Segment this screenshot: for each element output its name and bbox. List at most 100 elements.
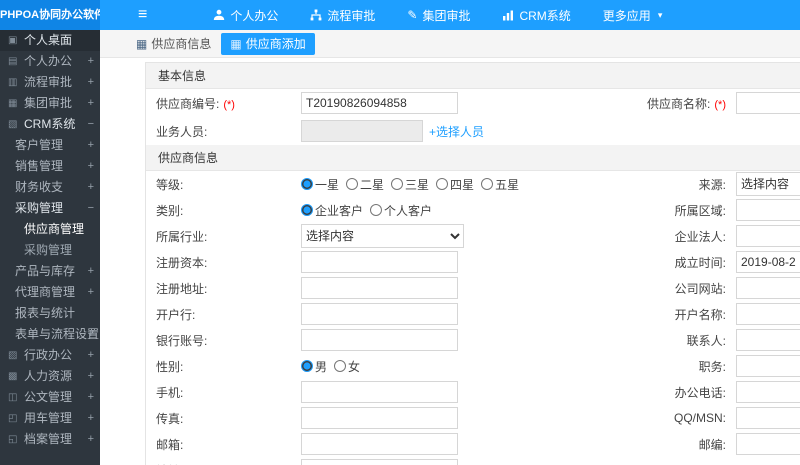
top-bar: PHPOA协同办公软件 ≡ 个人办公 流程审批 ✎ 集团审批 CRM系统 更多应… [0, 0, 800, 30]
business-person-input[interactable] [301, 120, 423, 142]
nav-process-approval[interactable]: 流程审批 [310, 7, 375, 24]
region-input[interactable] [736, 199, 800, 221]
sidebar-item-personal-office[interactable]: ▤ 个人办公 + [0, 51, 100, 72]
pick-person-link[interactable]: +选择人员 [429, 123, 484, 140]
expand-icon[interactable]: + [88, 429, 94, 450]
zip-input[interactable] [736, 433, 800, 455]
qq-msn-input[interactable] [736, 407, 800, 429]
sidebar-item-archive-mgmt[interactable]: ◱ 档案管理 + [0, 429, 100, 450]
registered-capital-input[interactable] [301, 251, 458, 273]
legal-person-input[interactable] [736, 225, 800, 247]
fax-input[interactable] [301, 407, 458, 429]
expand-icon[interactable]: + [88, 156, 94, 177]
nav-crm-system[interactable]: CRM系统 [502, 7, 571, 24]
sidebar-item-form-flow-settings[interactable]: 表单与流程设置 + [0, 324, 100, 345]
supplier-no-input[interactable] [301, 92, 458, 114]
menu-toggle-icon[interactable]: ≡ [138, 0, 147, 30]
expand-icon[interactable]: + [88, 177, 94, 198]
sidebar-item-admin-office[interactable]: ▨ 行政办公 + [0, 345, 100, 366]
level-option[interactable]: 二星 [346, 176, 384, 193]
archive-icon: ◱ [8, 434, 18, 445]
website-input[interactable] [736, 277, 800, 299]
sidebar-item-supplier-mgmt[interactable]: 供应商管理 [0, 219, 100, 240]
form-row: 供应商编号:(*) 供应商名称:(*) [146, 89, 800, 117]
bank-input[interactable] [301, 303, 458, 325]
sidebar-item-label: CRM系统 [24, 117, 76, 131]
mobile-input[interactable] [301, 381, 458, 403]
established-time-input[interactable] [736, 251, 800, 273]
sidebar-item-human-resources[interactable]: ▩ 人力资源 + [0, 366, 100, 387]
sidebar-item-finance[interactable]: 财务收支 + [0, 177, 100, 198]
contact-input[interactable] [736, 329, 800, 351]
address-label: 地址: [146, 462, 296, 465]
sidebar-item-customer-mgmt[interactable]: 客户管理 + [0, 135, 100, 156]
expand-icon[interactable]: + [88, 366, 94, 387]
account-name-input[interactable] [736, 303, 800, 325]
supplier-name-input[interactable] [736, 92, 800, 114]
nav-personal-office[interactable]: 个人办公 [213, 7, 278, 24]
expand-icon[interactable]: + [88, 135, 94, 156]
level-option[interactable]: 四星 [436, 176, 474, 193]
industry-label: 所属行业: [156, 229, 208, 244]
collapse-icon[interactable]: − [88, 198, 94, 219]
sidebar-item-label: 表单与流程设置 [15, 327, 100, 341]
sidebar-item-crm-system[interactable]: ▧ CRM系统 − [0, 114, 100, 135]
expand-icon[interactable]: + [88, 72, 94, 93]
office-phone-input[interactable] [736, 381, 800, 403]
sidebar-item-document-mgmt[interactable]: ◫ 公文管理 + [0, 387, 100, 408]
form-row: 类别: 企业客户 个人客户 所属区域: [146, 197, 800, 223]
sidebar-item-purchase-mgmt[interactable]: 采购管理 − [0, 198, 100, 219]
form-row: 开户行: 开户名称: [146, 301, 800, 327]
level-option[interactable]: 三星 [391, 176, 429, 193]
sidebar-item-vehicle-mgmt[interactable]: ◰ 用车管理 + [0, 408, 100, 429]
position-input[interactable] [736, 355, 800, 377]
category-option[interactable]: 企业客户 [301, 202, 363, 219]
gender-option[interactable]: 男 [301, 358, 327, 375]
expand-icon[interactable]: + [88, 345, 94, 366]
email-input[interactable] [301, 433, 458, 455]
sidebar-item-sales-mgmt[interactable]: 销售管理 + [0, 156, 100, 177]
gender-option[interactable]: 女 [334, 358, 360, 375]
person-icon: ▤ [8, 56, 18, 67]
expand-icon[interactable]: + [88, 51, 94, 72]
tab-supplier-info[interactable]: ▦ 供应商信息 [130, 30, 217, 58]
source-select[interactable]: 选择内容 [736, 172, 800, 196]
tab-supplier-add[interactable]: ▦ 供应商添加 [221, 32, 315, 55]
account-name-label: 开户名称: [674, 307, 726, 322]
fax-label: 传真: [156, 411, 184, 426]
gender-radio-group: 男 女 [301, 358, 367, 375]
address-input[interactable] [301, 459, 458, 465]
expand-icon[interactable]: + [88, 261, 94, 282]
sidebar-item-product-inventory[interactable]: 产品与库存 + [0, 261, 100, 282]
bank-account-input[interactable] [301, 329, 458, 351]
registered-address-input[interactable] [301, 277, 458, 299]
level-option[interactable]: 五星 [481, 176, 519, 193]
supplier-name-label: 供应商名称: (*) [647, 96, 726, 111]
edit-icon: ✎ [407, 8, 418, 22]
form-row: 业务人员: +选择人员 [146, 117, 800, 145]
category-option[interactable]: 个人客户 [370, 202, 432, 219]
form-row: 银行账号: 联系人: [146, 327, 800, 353]
sidebar-item-label: 集团审批 [24, 96, 73, 110]
nav-group-approval[interactable]: ✎ 集团审批 [407, 7, 470, 24]
sidebar-item-reports-stats[interactable]: 报表与统计 [0, 303, 100, 324]
level-option[interactable]: 一星 [301, 176, 339, 193]
industry-select[interactable]: 选择内容 [301, 224, 464, 248]
bank-account-label: 银行账号: [156, 333, 208, 348]
expand-icon[interactable]: + [88, 282, 94, 303]
sidebar-item-process-approval[interactable]: ▥ 流程审批 + [0, 72, 100, 93]
nav-label: 更多应用 [602, 8, 651, 23]
nav-more-apps[interactable]: 更多应用 ▾ [603, 7, 663, 24]
collapse-icon[interactable]: − [88, 114, 94, 135]
expand-icon[interactable]: + [88, 93, 94, 114]
sidebar-item-group-approval[interactable]: ▦ 集团审批 + [0, 93, 100, 114]
nav-label: 集团审批 [422, 8, 471, 23]
sidebar-item-purchasing[interactable]: 采购管理 [0, 240, 100, 261]
email-label: 邮箱: [156, 437, 184, 452]
sidebar-item-agent-mgmt[interactable]: 代理商管理 + [0, 282, 100, 303]
level-radio-group: 一星 二星 三星 四星 五星 [301, 176, 526, 193]
sidebar-item-personal-desktop[interactable]: ▣ 个人桌面 [0, 30, 100, 51]
expand-icon[interactable]: + [88, 387, 94, 408]
expand-icon[interactable]: + [88, 408, 94, 429]
expand-icon[interactable]: + [88, 324, 94, 345]
